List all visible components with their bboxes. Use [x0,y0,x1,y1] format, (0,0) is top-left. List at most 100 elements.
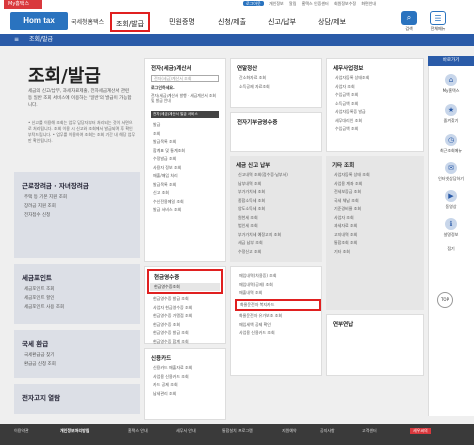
list-item[interactable]: 과세자료 조회 [334,223,424,229]
tax-point-box[interactable]: 세금포인트 세금포인트 조회 세금포인트 할인 세금포인트 사용 조회 [14,264,140,324]
cert-center-link[interactable]: 홈택스 인증센터 [302,1,329,6]
list-item[interactable]: 매출/매입 처리 [153,173,225,179]
donation-panel[interactable]: 전자기부금영수증 [230,112,322,152]
top-button[interactable]: TOP [437,292,453,308]
etax-search-input[interactable]: 전자(세금)계산서 조회 [151,75,219,82]
footer-link[interactable]: 고객센터 [362,428,377,434]
cash-receipt-highlight[interactable]: 현금영수증 현금영수증조회 [147,269,223,294]
list-item[interactable]: 카드 공제 조회 [153,382,225,388]
footer-link[interactable]: 홈택스 안내 [128,428,148,434]
footer-link[interactable]: 개인정보처리방침 [60,428,89,434]
alarm-link[interactable]: 알림 [289,1,296,6]
tax-refund-box[interactable]: 국세 환급 국세환급금 찾기 환급금 신청 조회 [14,330,140,378]
list-item[interactable]: 고지내역 조회 [334,232,424,238]
info-icon[interactable]: ℹ [445,218,457,230]
search-icon[interactable]: ⌕ [401,11,417,25]
favorite-icon[interactable]: ★ [445,104,457,116]
list-item[interactable]: 매출내역 조회 [239,290,321,296]
consult-icon[interactable]: ✉ [445,162,457,174]
list-item[interactable]: 사용자 정보 조회 [153,165,225,171]
list-item[interactable]: 현금영수증 합계 조회 [153,339,225,345]
recent-menu-icon[interactable]: ◷ [445,134,457,146]
list-item[interactable]: 매입세액 공제 확인 [239,322,321,328]
list-item[interactable]: 납부내역 조회 [238,181,322,187]
home-icon[interactable]: ≡ [14,36,19,43]
sidebar-item-label[interactable]: 인터넷상담하기 [430,176,472,182]
list-item[interactable]: 현금영수증 조회 [153,322,225,328]
cash-receipt-sub[interactable]: 현금영수증조회 [150,283,220,291]
list-item[interactable]: 수정신고 조회 [238,249,322,255]
list-item[interactable]: 사업자등록 상태 조회 [334,172,424,178]
list-item[interactable]: 매입내역(차용증) 조회 [239,273,321,279]
list-item[interactable]: 사업용 신용카드 조회 [239,330,321,336]
personal-info-link[interactable]: 개인정보 [269,1,284,6]
nav-civil-cert[interactable]: 민원증명 [160,12,204,32]
list-item[interactable]: 납세관리 조회 [153,391,225,397]
member-edit-link[interactable]: 회원정보수정 [334,1,356,6]
list-item[interactable]: 통합조회 조회 [334,240,424,246]
list-item[interactable]: 현금영수증 가맹점 조회 [153,313,225,319]
list-item[interactable]: 신용카드 매출자료 조회 [153,365,225,371]
footer-link[interactable]: 세우씨의 [410,428,431,434]
list-item[interactable]: 기준경비율 조회 [334,206,424,212]
list-item[interactable]: 발급 [153,122,225,128]
list-item[interactable]: 사업자 조회 [334,215,424,221]
list-item[interactable]: 세금포인트 조회 [24,286,140,292]
list-item[interactable]: 사업자등록증 발급 [335,109,423,115]
list-item[interactable]: 주택 등 기본 지원 조회 [24,194,140,200]
list-item[interactable]: 환급금 신청 조회 [24,361,140,367]
footer-link[interactable]: 지원예약 [282,428,297,434]
list-item[interactable]: 발급 서비스 조회 [153,207,225,213]
list-item[interactable]: 수정발급 조회 [153,156,225,162]
list-item[interactable]: 종합소득세 조회 [238,198,322,204]
list-item[interactable]: 부가가치세 조회 [238,189,322,195]
list-item[interactable]: 발급목록 조회 [153,182,225,188]
footer-link[interactable]: 세무서 안내 [176,428,196,434]
nav-apply-submit[interactable]: 신청/제출 [210,12,254,32]
list-item[interactable]: 사업용 계좌 조회 [334,181,424,187]
sidebar-item-label[interactable]: 설명정보 [430,232,472,238]
logout-link[interactable]: 로그아웃 [243,1,264,6]
my-hometax-icon[interactable]: ⌂ [445,74,457,86]
sidebar-item-label[interactable]: My홈택스 [430,88,472,94]
list-item[interactable]: 전세보증금 조회 [334,189,424,195]
list-item[interactable]: 사업자 조회 [335,84,423,90]
screen-guide-link[interactable]: 화면안내 [361,1,376,6]
e-notice-box[interactable]: 전자고지 열람 [14,384,140,414]
etax-service-button[interactable]: 전자(세금)계산서 발급 서비스 [151,111,219,118]
my-hometax-tab[interactable]: My홈택스 [4,0,42,9]
list-item[interactable]: 수입금액 조회 [335,92,423,98]
annual-panel[interactable]: 연부연납 [326,314,424,376]
list-item[interactable]: 양도소득세 조회 [238,206,322,212]
list-item-highlight[interactable]: 화물운전자 복지카드 [235,298,321,311]
list-item[interactable]: 간소화자료 조회 [239,75,321,81]
list-item[interactable]: 세무대리인 조회 [335,118,423,124]
collapse-button[interactable]: 접기 [430,246,472,252]
list-item[interactable]: 현금영수증 발급 조회 [153,296,225,302]
list-item[interactable]: 세금포인트 할인 [24,295,140,301]
nav-consult-report[interactable]: 상담/제보 [310,12,354,32]
list-item[interactable]: 전자접수 신청 [24,212,140,218]
footer-link[interactable]: 통합설치 프로그램 [222,428,253,434]
list-item[interactable]: 조회 [153,131,225,137]
list-item[interactable]: 수신전용메일 조회 [153,199,225,205]
hometax-logo[interactable]: Hom tax [10,12,68,30]
list-item[interactable]: 사업용 신용카드 조회 [153,374,225,380]
video-icon[interactable]: ▶ [445,190,457,202]
list-item[interactable]: 신고 조회 [153,190,225,196]
list-item[interactable]: 원천세 조회 [238,215,322,221]
list-item[interactable]: 소득금액 조회 [335,101,423,107]
earned-income-box[interactable]: 근로장려금 · 자녀장려금 주택 등 기본 지원 조회 장려금 지원 조회 전자… [14,172,140,258]
footer-link[interactable]: 공지사항 [320,428,335,434]
list-item[interactable]: 화물운전자 유가보조 조회 [239,313,321,319]
list-item[interactable]: 부가가치세 예정고지 조회 [238,232,322,238]
list-item[interactable]: 사업자등록 상태조회 [335,75,423,81]
list-item[interactable]: 기타 조회 [334,249,424,255]
list-item[interactable]: 매입내역(공제) 조회 [239,282,321,288]
list-item[interactable]: 수입금액 조회 [335,126,423,132]
list-item[interactable]: 세금포인트 사용 조회 [24,304,140,310]
footer-link[interactable]: 이용약관 [14,428,29,434]
list-item[interactable]: 합계표 및 통계조회 [153,148,225,154]
list-item[interactable]: 국세환급금 찾기 [24,352,140,358]
nav-lookup-issue[interactable]: 조회/발급 [110,12,150,32]
